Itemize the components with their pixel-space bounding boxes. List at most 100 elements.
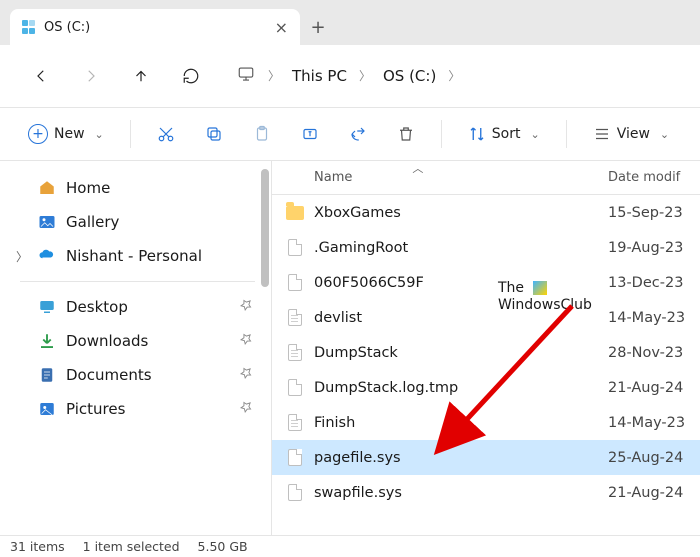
- new-label: New: [54, 126, 85, 142]
- file-row[interactable]: DumpStack.log.tmp 21-Aug-24: [272, 370, 700, 405]
- delete-button[interactable]: [387, 119, 425, 149]
- file-row[interactable]: swapfile.sys 21-Aug-24: [272, 475, 700, 510]
- new-button[interactable]: + New ⌄: [18, 118, 114, 150]
- file-row[interactable]: DumpStack 28-Nov-23: [272, 335, 700, 370]
- file-pane: Name ︿ Date modif XboxGames 15-Sep-23 .G…: [272, 161, 700, 535]
- pin-icon[interactable]: [239, 298, 253, 316]
- breadcrumb-drive[interactable]: OS (C:): [383, 67, 436, 85]
- copy-button[interactable]: [195, 119, 233, 149]
- watermark-square-icon: [533, 281, 547, 295]
- file-row[interactable]: 060F5066C59F 13-Dec-23: [272, 265, 700, 300]
- desktop-icon: [38, 298, 56, 316]
- chevron-right-icon: 〉: [268, 67, 280, 84]
- rename-button[interactable]: [291, 119, 329, 149]
- file-icon: [288, 344, 302, 361]
- cut-button[interactable]: [147, 119, 185, 149]
- file-name: XboxGames: [314, 205, 608, 221]
- sort-button[interactable]: Sort ⌄: [458, 119, 550, 149]
- sidebar-item-desktop[interactable]: Desktop: [10, 290, 265, 324]
- monitor-icon: [236, 65, 256, 87]
- sidebar-item-onedrive[interactable]: 〉 Nishant - Personal: [10, 239, 265, 273]
- file-date: 13-Dec-23: [608, 275, 700, 291]
- view-button[interactable]: View ⌄: [583, 119, 679, 149]
- sidebar-item-documents[interactable]: Documents: [10, 358, 265, 392]
- sidebar-item-pictures[interactable]: Pictures: [10, 392, 265, 426]
- file-name: DumpStack.log.tmp: [314, 380, 608, 396]
- file-row[interactable]: pagefile.sys 25-Aug-24: [272, 440, 700, 475]
- column-headers: Name ︿ Date modif: [272, 161, 700, 195]
- status-bar: 31 items 1 item selected 5.50 GB: [0, 535, 700, 557]
- separator: [566, 120, 567, 148]
- close-tab-icon[interactable]: ×: [275, 18, 288, 37]
- watermark-line1: The: [498, 280, 524, 296]
- pin-icon[interactable]: [239, 366, 253, 384]
- breadcrumb: 〉 This PC 〉 OS (C:) 〉: [236, 65, 460, 87]
- sidebar-item-home[interactable]: Home: [10, 171, 265, 205]
- pictures-icon: [38, 400, 56, 418]
- back-button[interactable]: [28, 63, 54, 89]
- paste-button[interactable]: [243, 119, 281, 149]
- share-button[interactable]: [339, 119, 377, 149]
- file-name: DumpStack: [314, 345, 608, 361]
- file-name: swapfile.sys: [314, 485, 608, 501]
- file-date: 21-Aug-24: [608, 485, 700, 501]
- sidebar-item-label: Pictures: [66, 400, 125, 418]
- refresh-button[interactable]: [178, 63, 204, 89]
- file-date: 15-Sep-23: [608, 205, 700, 221]
- column-date-header[interactable]: Date modif: [608, 170, 700, 185]
- file-name: Finish: [314, 415, 608, 431]
- file-icon: [288, 309, 302, 326]
- file-row[interactable]: .GamingRoot 19-Aug-23: [272, 230, 700, 265]
- file-icon: [288, 239, 302, 256]
- downloads-icon: [38, 332, 56, 350]
- sidebar: Home Gallery 〉 Nishant - Personal Deskto…: [0, 161, 272, 535]
- watermark: The WindowsClub: [498, 280, 592, 314]
- sidebar-item-downloads[interactable]: Downloads: [10, 324, 265, 358]
- column-name-header[interactable]: Name: [314, 170, 352, 185]
- sidebar-item-gallery[interactable]: Gallery: [10, 205, 265, 239]
- file-row[interactable]: devlist 14-May-23: [272, 300, 700, 335]
- file-icon: [288, 414, 302, 431]
- sort-icon: [468, 125, 486, 143]
- sort-indicator-icon: ︿: [412, 161, 423, 176]
- file-date: 19-Aug-23: [608, 240, 700, 256]
- list-icon: [593, 125, 611, 143]
- sidebar-item-label: Desktop: [66, 298, 128, 316]
- breadcrumb-this-pc[interactable]: This PC: [292, 67, 347, 85]
- chevron-right-icon: 〉: [359, 67, 371, 84]
- up-button[interactable]: [128, 63, 154, 89]
- forward-button[interactable]: [78, 63, 104, 89]
- sidebar-item-label: Documents: [66, 366, 152, 384]
- new-tab-button[interactable]: +: [300, 9, 336, 45]
- pin-icon[interactable]: [239, 332, 253, 350]
- chevron-down-icon: ⌄: [530, 128, 539, 141]
- sidebar-item-label: Home: [66, 179, 110, 197]
- pin-icon[interactable]: [239, 400, 253, 418]
- home-icon: [38, 179, 56, 197]
- status-item-count: 31 items: [10, 539, 65, 554]
- file-date: 21-Aug-24: [608, 380, 700, 396]
- separator: [130, 120, 131, 148]
- tab-active[interactable]: OS (C:) ×: [10, 9, 300, 45]
- separator: [441, 120, 442, 148]
- sort-label: Sort: [492, 126, 521, 142]
- file-icon: [288, 274, 302, 291]
- file-name: pagefile.sys: [314, 450, 608, 466]
- tab-title: OS (C:): [44, 20, 90, 35]
- file-date: 25-Aug-24: [608, 450, 700, 466]
- sidebar-item-label: Gallery: [66, 213, 119, 231]
- main-area: Home Gallery 〉 Nishant - Personal Deskto…: [0, 161, 700, 535]
- file-row[interactable]: Finish 14-May-23: [272, 405, 700, 440]
- chevron-down-icon: ⌄: [95, 128, 104, 141]
- file-date: 14-May-23: [608, 415, 700, 431]
- folder-icon: [286, 206, 304, 220]
- gallery-icon: [38, 213, 56, 231]
- documents-icon: [38, 366, 56, 384]
- sidebar-item-label: Nishant - Personal: [66, 247, 202, 265]
- sidebar-item-label: Downloads: [66, 332, 148, 350]
- view-label: View: [617, 126, 650, 142]
- tab-strip: OS (C:) × +: [0, 0, 700, 45]
- file-row[interactable]: XboxGames 15-Sep-23: [272, 195, 700, 230]
- file-icon: [288, 484, 302, 501]
- chevron-right-icon[interactable]: 〉: [16, 248, 28, 265]
